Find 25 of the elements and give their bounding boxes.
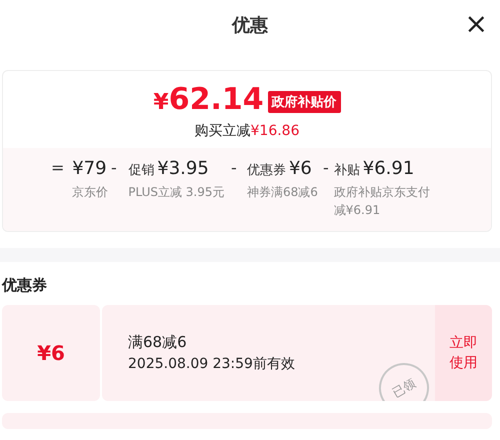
breakdown-amount: ¥79 <box>72 158 107 179</box>
breakdown-note: PLUS立减 3.95元 <box>128 184 226 201</box>
coupon-value: ¥6 <box>2 305 100 401</box>
breakdown-amount: ¥6.91 <box>362 158 414 179</box>
use-now-button[interactable]: 立即使用 <box>435 305 492 401</box>
breakdown-note: 京东价 <box>72 184 110 201</box>
subsidy-tag: 政府补贴价 <box>268 90 341 112</box>
close-button[interactable]: × <box>460 10 492 38</box>
breakdown-label: 补贴 <box>334 162 360 179</box>
section-title: 优惠券 <box>0 275 48 296</box>
sheet-title: 优惠 <box>232 14 268 37</box>
breakdown-label: 促销 <box>128 162 154 179</box>
operator-sign: = <box>51 158 66 179</box>
coupon-validity: 2025.08.09 23:59前有效 <box>128 355 296 374</box>
operator-sign: - <box>111 158 118 179</box>
operator-sign: - <box>231 158 238 179</box>
operator-sign: - <box>323 158 329 179</box>
final-price: ¥62.14 <box>153 83 264 119</box>
breakdown-amount: ¥3.95 <box>157 158 209 179</box>
discount-text: 购买立减¥16.86 <box>194 122 300 140</box>
breakdown-note: 神券满68减6 <box>246 184 319 201</box>
coupon-title: 满68减6 <box>128 332 188 353</box>
breakdown-amount: ¥6 <box>288 158 312 179</box>
breakdown-note: 政府补贴京东支付减¥6.91 <box>334 184 431 219</box>
breakdown-label: 优惠券 <box>246 162 286 179</box>
